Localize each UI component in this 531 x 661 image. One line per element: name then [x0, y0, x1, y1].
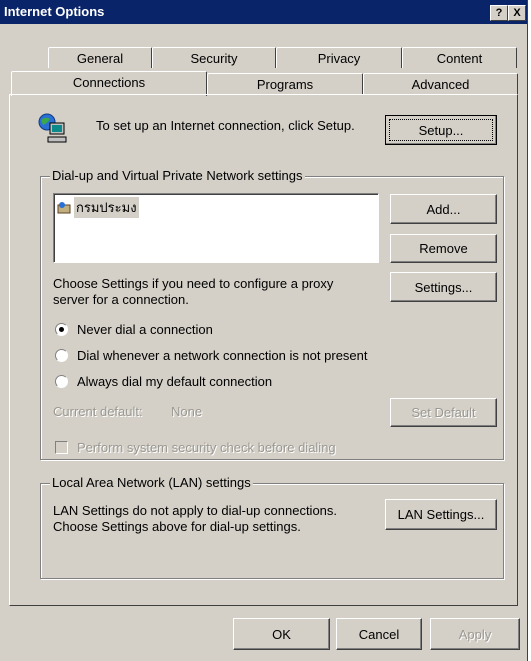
radio-whenever-label: Dial whenever a network connection is no…	[77, 348, 368, 363]
lan-group-label: Local Area Network (LAN) settings	[50, 475, 253, 490]
cancel-button[interactable]: Cancel	[336, 618, 422, 650]
dialup-group-label: Dial-up and Virtual Private Network sett…	[50, 168, 305, 183]
radio-dial-whenever[interactable]	[55, 349, 68, 362]
security-check-checkbox[interactable]	[55, 441, 68, 454]
connection-name: กรมประมง	[74, 197, 139, 218]
radio-always-label: Always dial my default connection	[77, 374, 273, 389]
tab-general[interactable]: General	[48, 47, 152, 68]
security-check-label: Perform system security check before dia…	[77, 440, 336, 455]
help-button[interactable]: ?	[490, 5, 508, 21]
internet-options-window: Internet Options ? X General Security Pr…	[0, 0, 528, 661]
proxy-text: Choose Settings if you need to configure…	[53, 276, 334, 307]
settings-button[interactable]: Settings...	[390, 272, 497, 302]
close-button[interactable]: X	[508, 5, 526, 21]
tab-connections[interactable]: Connections	[11, 71, 207, 96]
list-item[interactable]: กรมประมง	[57, 197, 139, 218]
title-bar[interactable]: Internet Options ? X	[0, 0, 527, 24]
remove-button[interactable]: Remove	[390, 234, 497, 263]
lan-text: LAN Settings do not apply to dial-up con…	[53, 503, 338, 534]
tab-security[interactable]: Security	[152, 47, 276, 68]
add-button[interactable]: Add...	[390, 194, 497, 224]
tab-privacy[interactable]: Privacy	[276, 47, 402, 68]
radio-never-dial[interactable]	[55, 323, 68, 336]
window-title: Internet Options	[4, 4, 105, 19]
apply-button[interactable]: Apply	[430, 618, 520, 650]
tab-programs[interactable]: Programs	[207, 73, 363, 94]
radio-never-label: Never dial a connection	[77, 322, 213, 337]
network-computer-icon	[38, 113, 67, 143]
tab-content[interactable]: Content	[402, 47, 517, 68]
setup-button[interactable]: Setup...	[385, 115, 497, 145]
current-default-value: None	[171, 404, 203, 419]
current-default-label: Current default:	[53, 404, 143, 419]
radio-always-dial[interactable]	[55, 375, 68, 388]
tab-advanced[interactable]: Advanced	[363, 73, 518, 94]
setup-text: To set up an Internet connection, click …	[96, 118, 355, 133]
set-default-button[interactable]: Set Default	[390, 398, 497, 427]
ok-button[interactable]: OK	[233, 618, 330, 650]
lan-settings-button[interactable]: LAN Settings...	[385, 499, 497, 530]
connections-listbox[interactable]: กรมประมง	[53, 193, 379, 263]
dialup-connection-icon	[57, 201, 71, 213]
